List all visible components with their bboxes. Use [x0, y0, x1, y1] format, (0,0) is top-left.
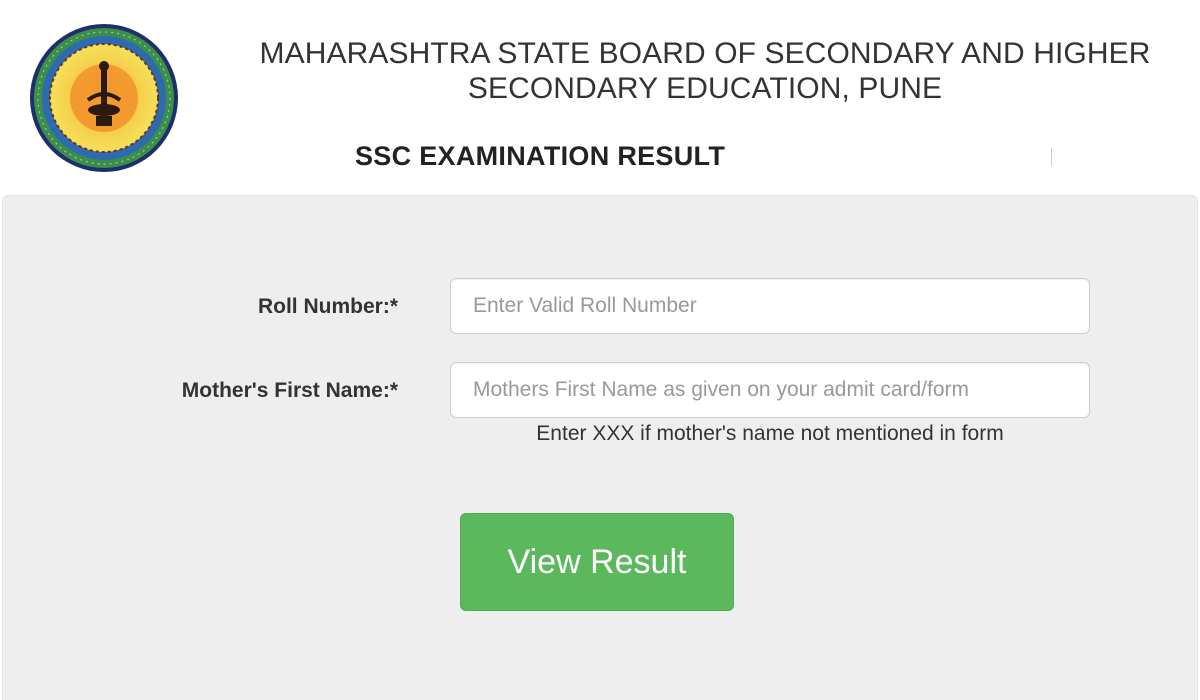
roll-number-label: Roll Number:*: [257, 295, 398, 318]
board-seal-logo-icon: [30, 24, 178, 172]
mother-name-label: Mother's First Name:*: [181, 379, 398, 402]
result-page: MAHARASHTRA STATE BOARD OF SECONDARY AND…: [0, 0, 1200, 700]
roll-number-input[interactable]: [450, 278, 1090, 334]
board-name: MAHARASHTRA STATE BOARD OF SECONDARY AND…: [259, 37, 1151, 105]
view-result-button[interactable]: View Result: [460, 513, 734, 611]
mother-name-input[interactable]: [450, 362, 1090, 418]
exam-title: SSC EXAMINATION RESULT: [355, 141, 726, 171]
divider: [1051, 148, 1052, 166]
mother-name-hint: Enter XXX if mother's name not mentioned…: [536, 422, 1004, 445]
result-form-panel: [2, 195, 1198, 700]
